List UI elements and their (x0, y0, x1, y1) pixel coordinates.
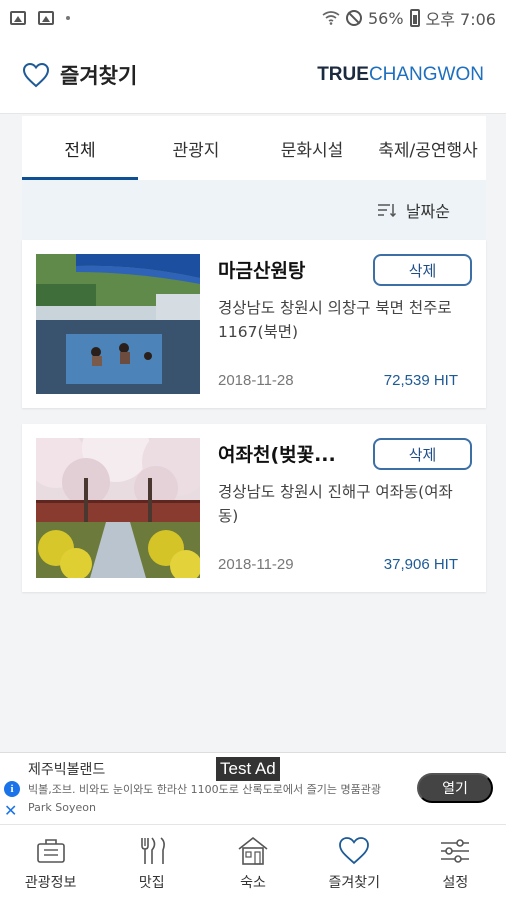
cherry-blossom-thumbnail (36, 438, 200, 578)
nav-label: 설정 (442, 874, 469, 891)
do-not-disturb-icon (345, 10, 362, 26)
more-notifications-icon (66, 16, 70, 20)
wifi-icon (322, 11, 340, 25)
nav-lodging[interactable]: 숙소 (202, 825, 303, 900)
favorite-card[interactable]: 여좌천(벚꽃... 삭제 경상남도 창원시 진해구 여좌동(여좌동) 2018-… (22, 424, 486, 592)
battery-icon (409, 9, 420, 27)
tab-all[interactable]: 전체 (22, 116, 138, 180)
ad-info-icon[interactable]: i (4, 781, 20, 797)
clock: 오후 7:06 (425, 10, 496, 29)
utensils-icon (140, 836, 165, 864)
ad-title[interactable]: 제주빅볼랜드 (28, 759, 105, 779)
favorite-address: 경상남도 창원시 의창구 북면 천주로 1167(북면) (218, 299, 452, 341)
brand-logo-light: CHANGWON (368, 63, 484, 85)
nav-label: 숙소 (240, 874, 266, 891)
app-header: 즐겨찾기 TRUECHANGWON (0, 36, 506, 114)
test-ad-badge: Test Ad (216, 757, 280, 781)
ad-description: 빅볼,조브. 비와도 눈이와도 한라산 1100도로 산록도로에서 즐기는 명품… (28, 783, 381, 814)
status-bar: 56% 오후 7:06 (0, 0, 506, 36)
favorite-card[interactable]: 마금산원탕 삭제 경상남도 창원시 의창구 북면 천주로 1167(북면) 20… (22, 240, 486, 408)
sort-label[interactable]: 날짜순 (406, 198, 450, 222)
page-title: 즐겨찾기 (60, 63, 138, 88)
tab-festivals[interactable]: 축제/공연행사 (370, 116, 486, 180)
ad-banner[interactable]: 제주빅볼랜드 Test Ad i ✕ 빅볼,조브. 비와도 눈이와도 한라산 1… (0, 752, 506, 824)
category-tabs: 전체 관광지 문화시설 축제/공연행사 (22, 116, 486, 180)
favorite-name[interactable]: 마금산원탕 (218, 256, 368, 283)
favorite-hits: 37,906 HIT (383, 556, 458, 573)
sort-bar: 날짜순 (22, 180, 486, 240)
favorite-address: 경상남도 창원시 진해구 여좌동(여좌동) (218, 483, 453, 525)
nav-label: 맛집 (138, 874, 165, 891)
favorite-date: 2018-11-29 (218, 556, 294, 573)
tab-tourist-sites[interactable]: 관광지 (138, 116, 254, 180)
sliders-icon (441, 838, 470, 863)
bottom-navigation: 관광정보 맛집 숙소 즐겨찾기 설정 (0, 824, 506, 900)
briefcase-icon (36, 838, 65, 863)
battery-percent: 56% (367, 8, 404, 28)
image-notification-icon (38, 11, 54, 25)
nav-settings[interactable]: 설정 (405, 825, 506, 900)
tab-cultural-facilities[interactable]: 문화시설 (254, 116, 370, 180)
nav-label: 즐겨찾기 (328, 874, 380, 891)
hot-spring-thumbnail (36, 254, 200, 394)
house-icon (238, 836, 268, 865)
ad-close-icon[interactable]: ✕ (4, 801, 17, 821)
nav-label: 관광정보 (24, 874, 77, 891)
delete-button[interactable]: 삭제 (373, 254, 472, 286)
ad-open-button[interactable]: 열기 (417, 773, 493, 803)
brand-logo: TRUECHANGWON (317, 64, 484, 86)
favorite-name[interactable]: 여좌천(벚꽃... (218, 440, 368, 467)
heart-icon (22, 62, 50, 87)
favorite-date: 2018-11-28 (218, 372, 294, 389)
brand-logo-bold: TRUE (317, 63, 369, 85)
delete-button[interactable]: 삭제 (373, 438, 472, 470)
sort-icon[interactable] (377, 203, 396, 217)
heart-icon (339, 836, 370, 864)
image-notification-icon (10, 11, 26, 25)
nav-tourism-info[interactable]: 관광정보 (0, 825, 101, 900)
nav-restaurants[interactable]: 맛집 (101, 825, 202, 900)
favorite-hits: 72,539 HIT (383, 372, 458, 389)
nav-favorites[interactable]: 즐겨찾기 (304, 825, 405, 900)
